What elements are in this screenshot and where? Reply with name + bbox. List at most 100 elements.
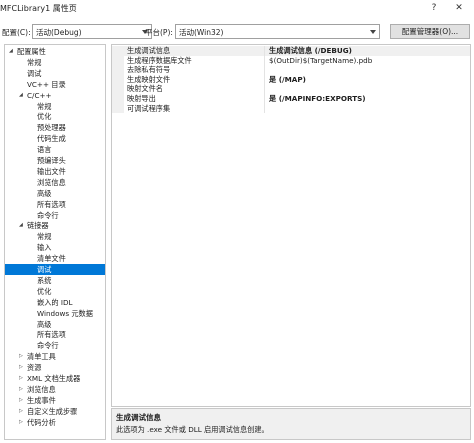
config-label: 配置(C):: [2, 28, 31, 37]
close-icon[interactable]: ✕: [452, 2, 466, 15]
property-row[interactable]: 生成程序数据库文件 $(OutDir)$(TargetName).pdb: [112, 55, 470, 66]
property-name: 生成程序数据库文件: [127, 55, 192, 65]
tree-item[interactable]: 调试: [5, 68, 105, 79]
property-row[interactable]: 去除私有符号: [112, 65, 470, 75]
collapsed-arrow-icon[interactable]: ▷: [19, 362, 23, 373]
property-name: 可调试程序集: [127, 103, 171, 113]
tree-item-label: 配置属性: [17, 47, 46, 56]
collapsed-arrow-icon[interactable]: ▷: [19, 406, 23, 417]
tree-item-label: 清单工具: [27, 352, 56, 362]
platform-dropdown[interactable]: 活动(Win32): [175, 24, 380, 39]
tree-item[interactable]: 高级: [5, 188, 105, 199]
collapsed-arrow-icon[interactable]: ▷: [19, 417, 23, 428]
tree-item-label: VC++ 目录: [27, 79, 66, 89]
tree-item-label: 浏览信息: [27, 384, 56, 394]
tree-item[interactable]: Windows 元数据: [5, 308, 105, 319]
tree-item[interactable]: 预处理器: [5, 122, 105, 133]
tree-item[interactable]: ▷ 浏览信息: [5, 384, 105, 395]
tree-item-label: C/C++: [27, 90, 52, 100]
property-row[interactable]: 映射文件名: [112, 84, 470, 94]
tree-item[interactable]: ▷ 资源: [5, 362, 105, 373]
column-divider: [264, 65, 265, 75]
tree-item[interactable]: 常规: [5, 101, 105, 112]
window-title: MFCLibrary1 属性页: [0, 4, 77, 13]
tree-item[interactable]: ▷ 生成事件: [5, 395, 105, 406]
property-value[interactable]: 是 (/MAPINFO:EXPORTS): [269, 94, 366, 104]
tree-item[interactable]: 输入: [5, 242, 105, 253]
tree-item-label: 常规: [27, 57, 42, 67]
expanded-arrow-icon[interactable]: ◢: [19, 90, 23, 101]
tree-item-label: 自定义生成步骤: [27, 406, 78, 416]
tree-item[interactable]: 优化: [5, 111, 105, 122]
tree-item-label: 调试: [27, 68, 42, 78]
tree-item[interactable]: 输出文件: [5, 166, 105, 177]
collapsed-arrow-icon[interactable]: ▷: [19, 395, 23, 406]
tree-item[interactable]: 高级: [5, 319, 105, 330]
property-name: 生成调试信息: [127, 46, 171, 55]
tree-item-label: 链接器: [27, 221, 49, 231]
column-divider: [264, 74, 265, 85]
property-name: 映射文件名: [127, 84, 163, 94]
tree-item[interactable]: 优化: [5, 286, 105, 297]
collapsed-arrow-icon[interactable]: ▷: [19, 373, 23, 384]
tree-item[interactable]: ▷ XML 文档生成器: [5, 373, 105, 384]
row-gutter: [112, 65, 124, 75]
tree-item[interactable]: 常规: [5, 57, 105, 68]
tree-item[interactable]: 清单文件: [5, 253, 105, 264]
tree-item-label: 所有选项: [37, 199, 66, 209]
collapsed-arrow-icon[interactable]: ▷: [19, 351, 23, 362]
property-row[interactable]: 映射导出 是 (/MAPINFO:EXPORTS): [112, 94, 470, 104]
collapsed-arrow-icon[interactable]: ▷: [19, 384, 23, 395]
tree-item-label: 清单文件: [37, 254, 66, 264]
config-dropdown[interactable]: 活动(Debug): [32, 24, 152, 39]
tree-item[interactable]: 代码生成: [5, 133, 105, 144]
tree-item[interactable]: 浏览信息: [5, 177, 105, 188]
property-value[interactable]: 是 (/MAP): [269, 75, 306, 85]
tree-item[interactable]: 系统: [5, 275, 105, 286]
tree-item[interactable]: ◢ C/C++: [5, 90, 105, 101]
column-divider: [264, 94, 265, 104]
row-gutter: [112, 103, 124, 114]
tree-item[interactable]: 预编译头: [5, 155, 105, 166]
tree-item[interactable]: ▷ 自定义生成步骤: [5, 406, 105, 417]
tree-item-label: 生成事件: [27, 395, 56, 405]
tree-item[interactable]: 嵌入的 IDL: [5, 297, 105, 308]
tree-item-label: 代码生成: [37, 134, 66, 144]
tree-item-label: 常规: [37, 101, 52, 111]
tree-item[interactable]: 所有选项: [5, 329, 105, 340]
property-row[interactable]: 可调试程序集: [112, 103, 470, 114]
tree-item[interactable]: ◢ 配置属性: [5, 46, 105, 57]
tree-item[interactable]: 命令行: [5, 210, 105, 221]
property-name: 去除私有符号: [127, 65, 171, 75]
config-manager-button[interactable]: 配置管理器(O)...: [390, 24, 470, 39]
tree-item[interactable]: ▷ 代码分析: [5, 417, 105, 428]
platform-label: 平台(P):: [145, 28, 173, 37]
tree-item-label: 优化: [37, 286, 52, 296]
platform-value: 活动(Win32): [179, 28, 224, 37]
property-grid[interactable]: 生成调试信息 生成调试信息 (/DEBUG) 生成程序数据库文件 $(OutDir)$…: [111, 44, 471, 407]
property-value[interactable]: 生成调试信息 (/DEBUG): [269, 46, 352, 56]
tree-item[interactable]: 语言: [5, 144, 105, 155]
tree-item[interactable]: ▷ 清单工具: [5, 351, 105, 362]
expanded-arrow-icon[interactable]: ◢: [9, 46, 13, 57]
property-row[interactable]: 生成映射文件 是 (/MAP): [112, 74, 470, 85]
config-value: 活动(Debug): [36, 28, 82, 37]
property-value[interactable]: $(OutDir)$(TargetName).pdb: [269, 56, 372, 66]
tree-item[interactable]: 调试: [5, 264, 105, 275]
row-gutter: [112, 74, 124, 85]
tree-item[interactable]: ◢ 链接器: [5, 220, 105, 231]
property-row[interactable]: 生成调试信息 生成调试信息 (/DEBUG): [112, 46, 470, 56]
row-gutter: [112, 55, 124, 66]
tree-item-label: 输入: [37, 243, 52, 253]
expanded-arrow-icon[interactable]: ◢: [19, 220, 23, 231]
property-name: 映射导出: [127, 94, 156, 103]
tree-item[interactable]: 所有选项: [5, 199, 105, 210]
tree-item[interactable]: 常规: [5, 231, 105, 242]
description-panel: 生成调试信息 此选项为 .exe 文件或 DLL 启用调试信息创建。: [111, 408, 471, 440]
tree-item-label: 预处理器: [37, 123, 66, 133]
tree-item[interactable]: VC++ 目录: [5, 79, 105, 90]
property-tree[interactable]: ◢ 配置属性 常规 调试 VC++ 目录 ◢ C/C++ 常规 优化 预处理器 代码生成 语言 预编译头…: [4, 44, 106, 440]
tree-item-label: 调试: [37, 265, 52, 274]
help-button[interactable]: ?: [427, 2, 441, 15]
tree-item[interactable]: 命令行: [5, 340, 105, 351]
